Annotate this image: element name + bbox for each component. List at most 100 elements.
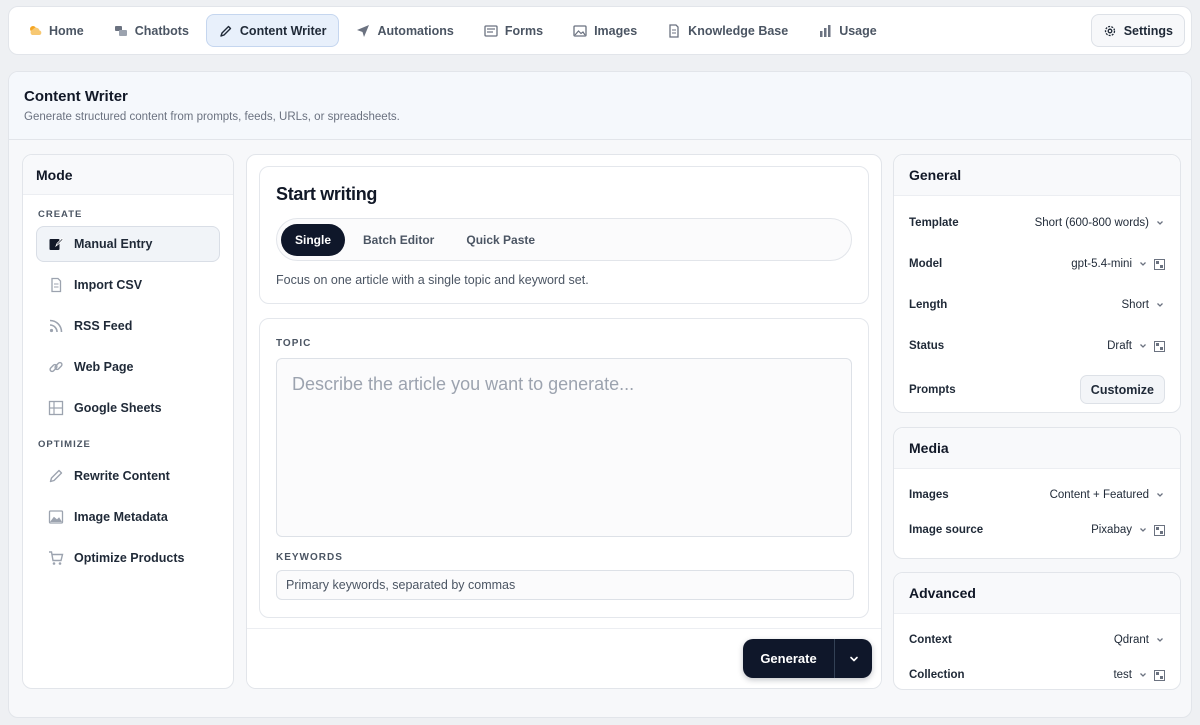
advanced-title: Advanced [894, 573, 1180, 614]
nav-home[interactable]: Home [15, 14, 97, 47]
media-title: Media [894, 428, 1180, 469]
chevron-down-icon [848, 653, 860, 665]
image-source-group: Pixabay [1091, 524, 1165, 536]
mode-optimize-products[interactable]: Optimize Products [36, 540, 220, 576]
image-source-select[interactable]: Pixabay [1091, 524, 1148, 536]
nav-automations[interactable]: Automations [343, 14, 466, 47]
pencil-icon [48, 468, 64, 484]
image-source-row: Image source Pixabay [909, 519, 1165, 541]
settings-label: Settings [1123, 23, 1173, 38]
image-icon [573, 24, 587, 38]
nav-images[interactable]: Images [560, 14, 650, 47]
chevron-down-icon [1155, 218, 1165, 228]
template-value: Short (600-800 words) [1034, 217, 1149, 229]
nav-home-label: Home [49, 23, 84, 38]
grid-icon[interactable] [1154, 669, 1165, 681]
document-icon [667, 23, 681, 38]
nav-usage[interactable]: Usage [805, 14, 890, 47]
chevron-down-icon [1138, 259, 1148, 269]
pencil-icon [219, 24, 233, 38]
cart-icon [48, 550, 64, 566]
nav-forms[interactable]: Forms [471, 14, 556, 47]
nav-content-writer[interactable]: Content Writer [205, 14, 340, 47]
template-select[interactable]: Short (600-800 words) [1035, 217, 1165, 229]
images-value: Content + Featured [1049, 489, 1149, 501]
mode-image-metadata-label: Image Metadata [74, 510, 168, 524]
page-header: Content Writer Generate structured conte… [9, 72, 1191, 140]
mode-image-metadata[interactable]: Image Metadata [36, 499, 220, 535]
chevron-down-icon [1138, 341, 1148, 351]
nav-knowledge-base[interactable]: Knowledge Base [654, 14, 801, 47]
customize-button[interactable]: Customize [1079, 375, 1165, 404]
status-label: Status [909, 340, 945, 352]
topic-label: TOPIC [276, 338, 312, 349]
chevron-down-icon [1155, 490, 1165, 500]
model-value-group: gpt-5.4-mini [1071, 258, 1165, 270]
status-value: Draft [1107, 340, 1132, 352]
image-icon [48, 509, 64, 525]
main-container: Content Writer Generate structured conte… [8, 71, 1192, 718]
tab-batch-editor[interactable]: Batch Editor [349, 224, 448, 256]
model-label: Model [909, 258, 943, 270]
image-source-label: Image source [909, 524, 984, 536]
mode-google-sheets[interactable]: Google Sheets [36, 390, 220, 426]
entry-type-tabs: Single Batch Editor Quick Paste [276, 218, 852, 261]
generate-button[interactable]: Generate [743, 639, 834, 678]
mode-rss-feed-label: RSS Feed [74, 319, 133, 333]
length-select[interactable]: Short [1122, 299, 1166, 311]
writer-panel: Start writing Single Batch Editor Quick … [246, 154, 882, 689]
generate-options-button[interactable] [835, 639, 872, 678]
general-title: General [894, 155, 1180, 196]
grid-icon[interactable] [1154, 524, 1165, 536]
model-value: gpt-5.4-mini [1071, 258, 1132, 270]
mode-optimize-products-label: Optimize Products [74, 551, 185, 565]
nav-chatbots-label: Chatbots [134, 23, 189, 38]
collection-select[interactable]: test [1113, 669, 1148, 681]
mode-rss-feed[interactable]: RSS Feed [36, 308, 220, 344]
start-writing-title: Start writing [276, 184, 378, 204]
top-navigation: Home Chatbots Content Writer Automations… [8, 6, 1192, 55]
topic-input[interactable] [276, 358, 852, 537]
context-label: Context [909, 634, 952, 646]
edit-note-icon [48, 236, 64, 252]
collection-row: Collection test [909, 664, 1165, 686]
mode-web-page[interactable]: Web Page [36, 349, 220, 385]
status-select[interactable]: Draft [1107, 340, 1148, 352]
model-select[interactable]: gpt-5.4-mini [1071, 258, 1148, 270]
chevron-down-icon [1138, 670, 1148, 680]
images-select[interactable]: Content + Featured [1050, 489, 1165, 501]
mode-rewrite-content[interactable]: Rewrite Content [36, 458, 220, 494]
settings-button[interactable]: Settings [1090, 14, 1185, 47]
tab-single[interactable]: Single [281, 223, 346, 256]
grid-icon[interactable] [1154, 258, 1165, 270]
plane-icon [356, 24, 370, 38]
mode-import-csv[interactable]: Import CSV [36, 267, 220, 303]
nav-automations-label: Automations [377, 23, 454, 38]
chevron-down-icon [1155, 300, 1165, 310]
bar-chart-icon [818, 24, 832, 38]
context-value: Qdrant [1113, 634, 1149, 646]
prompts-row: Prompts Customize [909, 375, 1165, 404]
keywords-label: KEYWORDS [276, 552, 343, 563]
context-select[interactable]: Qdrant [1114, 634, 1165, 646]
general-panel: General Template Short (600-800 words) M… [893, 154, 1181, 413]
length-value: Short [1121, 299, 1150, 311]
chevron-down-icon [1155, 635, 1165, 645]
template-row: Template Short (600-800 words) [909, 212, 1165, 234]
media-panel: Media Images Content + Featured Image so… [893, 427, 1181, 559]
image-source-value: Pixabay [1091, 524, 1132, 536]
mode-rewrite-content-label: Rewrite Content [74, 469, 170, 483]
context-row: Context Qdrant [909, 629, 1165, 651]
collection-group: test [1113, 669, 1165, 681]
model-row: Model gpt-5.4-mini [909, 253, 1165, 275]
form-icon [484, 24, 498, 38]
collection-value: test [1113, 669, 1132, 681]
mode-manual-entry[interactable]: Manual Entry [36, 226, 220, 262]
tab-quick-paste[interactable]: Quick Paste [452, 224, 549, 256]
nav-chatbots[interactable]: Chatbots [101, 14, 202, 47]
writer-footer: Generate [247, 628, 881, 688]
grid-icon[interactable] [1154, 340, 1165, 352]
images-row: Images Content + Featured [909, 484, 1165, 506]
collection-label: Collection [909, 669, 965, 681]
keywords-input[interactable] [276, 570, 854, 600]
